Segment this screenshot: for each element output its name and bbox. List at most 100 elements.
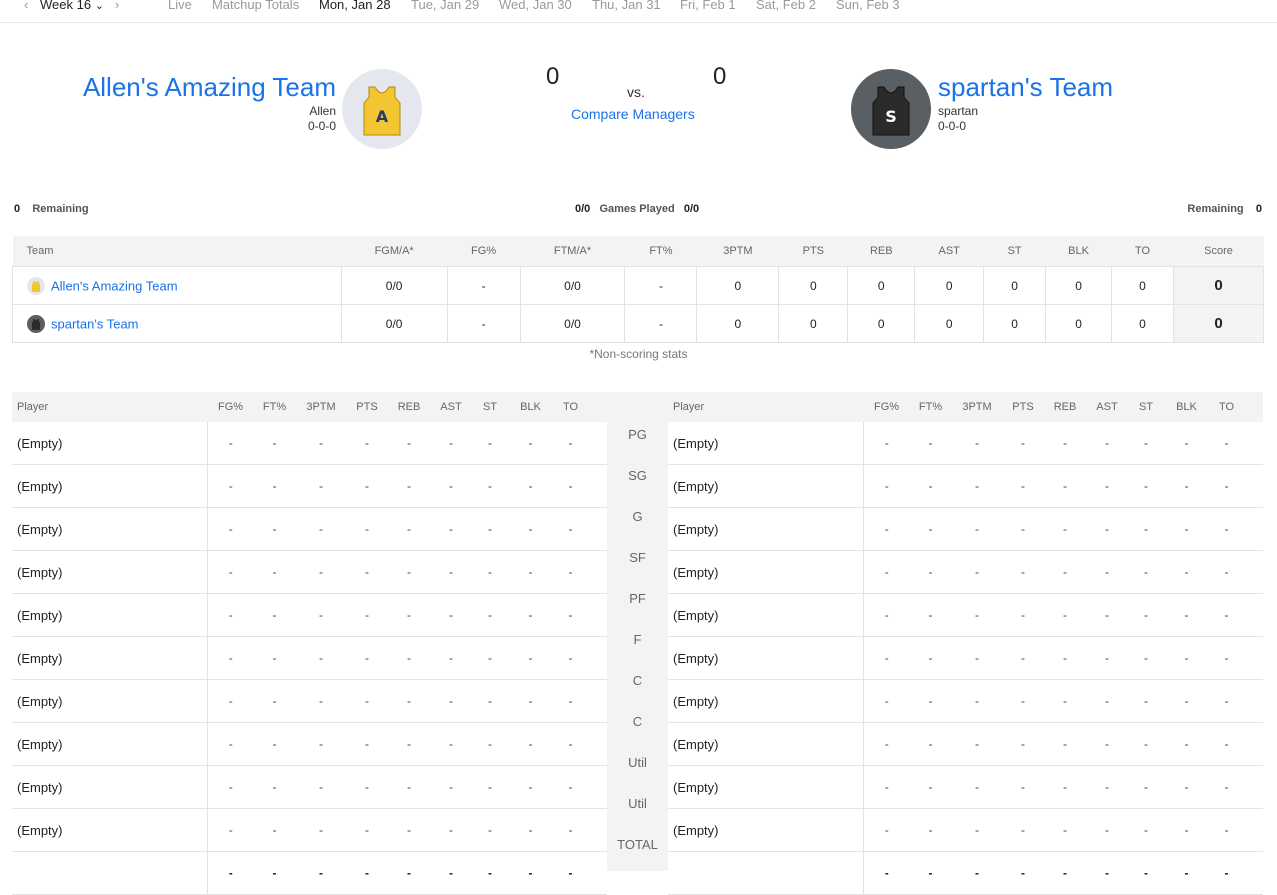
stat-cell: - (471, 679, 509, 723)
stat-cell: - (1127, 722, 1165, 766)
stat-cell: - (1003, 507, 1043, 551)
col-to: TO (1111, 236, 1174, 267)
jersey-icon: S (872, 86, 910, 136)
position-label: G (632, 509, 643, 524)
tab-live[interactable]: Live (168, 0, 192, 12)
player-row: (Empty) - - - - - - - - - (12, 722, 607, 766)
player-name[interactable]: (Empty) (12, 808, 208, 852)
player-name[interactable]: (Empty) (668, 765, 864, 809)
stat-cell: - (1165, 679, 1208, 723)
stat-cell: - (471, 808, 509, 852)
left-team-name[interactable]: Allen's Amazing Team (83, 72, 336, 103)
stat-cell: - (387, 593, 431, 637)
compare-managers-link[interactable]: Compare Managers (571, 106, 695, 122)
player-name[interactable]: (Empty) (12, 550, 208, 594)
tab-matchup-totals[interactable]: Matchup Totals (212, 0, 299, 12)
stat-cell: - (1208, 550, 1245, 594)
stat-cell: 0 (847, 266, 916, 305)
position-label: PG (628, 427, 647, 442)
player-name[interactable]: (Empty) (12, 593, 208, 637)
left-score: 0 (546, 63, 560, 90)
player-name[interactable]: (Empty) (668, 808, 864, 852)
tab-mon-jan-28[interactable]: Mon, Jan 28 (319, 0, 391, 12)
position-label: Util (628, 796, 647, 811)
prev-week-icon[interactable]: ‹ (24, 0, 28, 12)
stat-cell: - (951, 851, 1003, 895)
tab-wed-jan-30[interactable]: Wed, Jan 30 (499, 0, 572, 12)
stat-cell: 0 (696, 266, 780, 305)
stat-cell: - (509, 765, 552, 809)
spacer-cell (1245, 422, 1263, 465)
stat-cell: - (1208, 765, 1245, 809)
position-label: SF (629, 550, 646, 565)
tab-sun-feb-3[interactable]: Sun, Feb 3 (836, 0, 900, 12)
week-selector[interactable]: Week 16 ⌄ (40, 0, 104, 12)
stat-cell: - (431, 593, 471, 637)
player-name[interactable]: (Empty) (668, 422, 864, 465)
player-name[interactable]: (Empty) (12, 507, 208, 551)
right-team-avatar[interactable]: S (851, 69, 931, 149)
team-link[interactable]: Allen's Amazing Team (51, 278, 178, 293)
stat-cell: - (910, 550, 951, 594)
col-fgpct: FG% (207, 392, 254, 422)
player-name[interactable]: (Empty) (12, 679, 208, 723)
spacer-cell (589, 636, 607, 680)
stat-cell: - (207, 722, 254, 766)
player-name[interactable]: (Empty) (12, 636, 208, 680)
stat-cell: - (1127, 507, 1165, 551)
player-name[interactable]: (Empty) (12, 422, 208, 465)
stat-cell: - (863, 464, 910, 508)
stat-cell: - (863, 808, 910, 852)
player-name[interactable]: (Empty) (668, 507, 864, 551)
stat-cell: - (471, 851, 509, 895)
player-name[interactable]: (Empty) (668, 722, 864, 766)
stat-cell: - (1208, 507, 1245, 551)
stat-cell: - (387, 808, 431, 852)
next-week-icon[interactable]: › (115, 0, 119, 12)
stat-cell: - (863, 593, 910, 637)
team-link[interactable]: spartan's Team (51, 316, 139, 331)
tab-sat-feb-2[interactable]: Sat, Feb 2 (756, 0, 816, 12)
stat-cell: 0 (778, 304, 849, 343)
player-name[interactable]: (Empty) (12, 765, 208, 809)
player-name[interactable]: (Empty) (12, 722, 208, 766)
player-name[interactable]: (Empty) (668, 550, 864, 594)
player-name[interactable]: (Empty) (668, 464, 864, 508)
stat-cell: - (509, 851, 552, 895)
stat-cell: - (1208, 722, 1245, 766)
stat-cell: - (1127, 808, 1165, 852)
tab-tue-jan-29[interactable]: Tue, Jan 29 (411, 0, 479, 12)
stat-cell: - (509, 722, 552, 766)
stat-cell: - (552, 550, 589, 594)
stat-cell: - (471, 422, 509, 465)
stat-cell: - (910, 464, 951, 508)
top-nav: ‹ Week 16 ⌄ › Live Matchup Totals Mon, J… (0, 0, 1277, 23)
player-name[interactable]: (Empty) (668, 636, 864, 680)
right-team-record: 0-0-0 (938, 119, 967, 133)
col-ftma: FTM/A* (520, 236, 625, 267)
col-to: TO (1208, 392, 1245, 422)
player-name[interactable]: (Empty) (668, 679, 864, 723)
stat-cell: - (1003, 422, 1043, 465)
stat-cell: - (207, 550, 254, 594)
col-3ptm: 3PTM (295, 392, 347, 422)
stat-cell: - (910, 679, 951, 723)
stat-cell: - (1043, 507, 1087, 551)
left-team-avatar[interactable]: A (342, 69, 422, 149)
stat-cell: - (509, 422, 552, 465)
tab-fri-feb-1[interactable]: Fri, Feb 1 (680, 0, 736, 12)
player-row: (Empty) - - - - - - - - - (668, 464, 1263, 508)
player-name[interactable]: (Empty) (12, 464, 208, 508)
player-row: (Empty) - - - - - - - - - (668, 550, 1263, 594)
total-row: --------- (12, 851, 607, 895)
position-label: F (633, 632, 642, 647)
player-name[interactable]: (Empty) (668, 593, 864, 637)
tab-thu-jan-31[interactable]: Thu, Jan 31 (592, 0, 661, 12)
right-team-name[interactable]: spartan's Team (938, 72, 1113, 103)
total-row: --------- (668, 851, 1263, 895)
stat-cell: 0 (1045, 304, 1113, 343)
player-row: (Empty) - - - - - - - - - (12, 507, 607, 551)
team-row: Allen's Amazing Team 0/0-0/0-0 0 0 0 0 0 0 0 (12, 266, 1265, 305)
stat-cell: - (347, 765, 387, 809)
stat-cell: - (951, 507, 1003, 551)
